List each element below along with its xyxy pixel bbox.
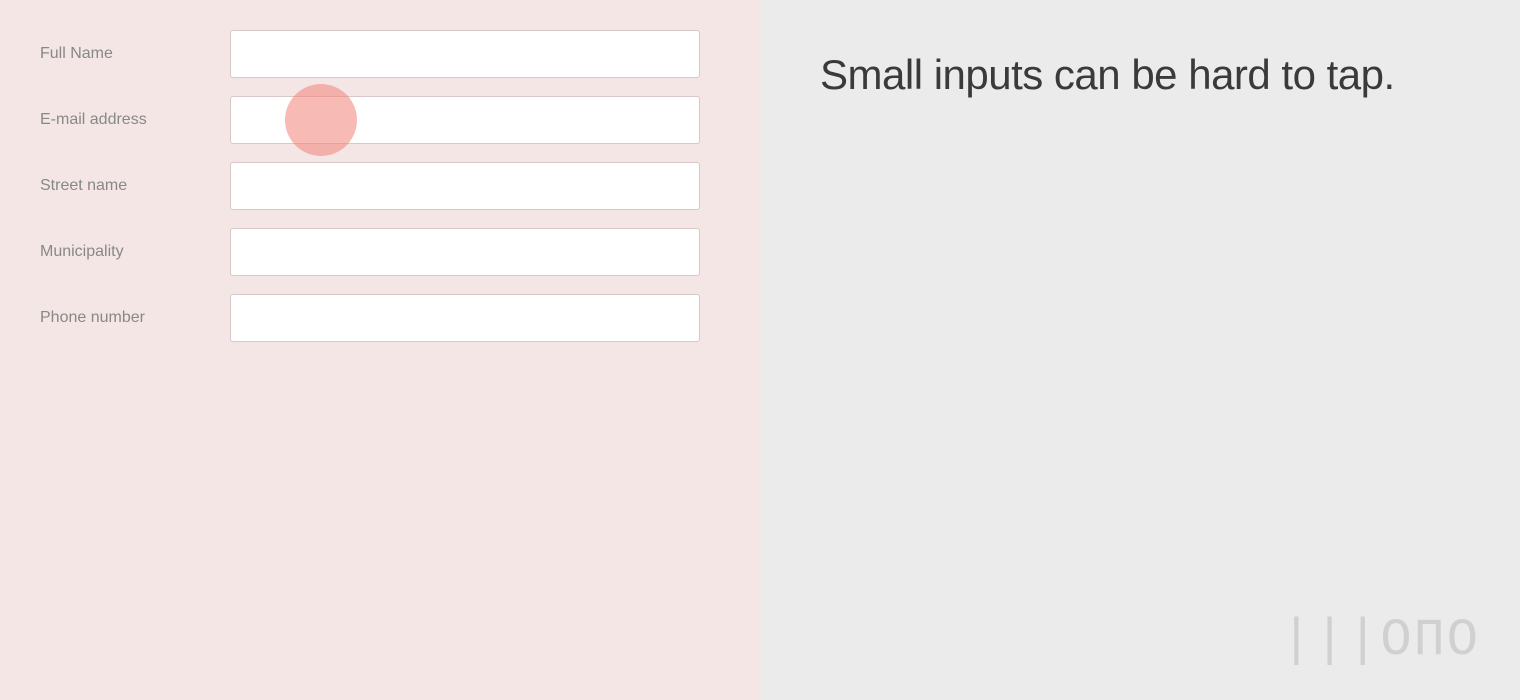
right-panel: Small inputs can be hard to tap. |||ОПО xyxy=(760,0,1520,700)
email-input[interactable] xyxy=(230,96,700,144)
street-name-label: Street name xyxy=(40,177,230,195)
email-label: E-mail address xyxy=(40,111,230,129)
full-name-label: Full Name xyxy=(40,45,230,63)
phone-number-label: Phone number xyxy=(40,309,230,327)
logo-text: |||ОПО xyxy=(1281,611,1480,670)
municipality-row: Municipality xyxy=(40,228,720,276)
form-container: Full Name E-mail address Street name Mun… xyxy=(0,30,760,360)
tagline-text: Small inputs can be hard to tap. xyxy=(820,50,1395,100)
street-name-input[interactable] xyxy=(230,162,700,210)
street-name-row: Street name xyxy=(40,162,720,210)
email-row: E-mail address xyxy=(40,96,720,144)
full-name-row: Full Name xyxy=(40,30,720,78)
full-name-input[interactable] xyxy=(230,30,700,78)
municipality-label: Municipality xyxy=(40,243,230,261)
municipality-input[interactable] xyxy=(230,228,700,276)
logo-container: |||ОПО xyxy=(1281,611,1480,670)
phone-number-row: Phone number xyxy=(40,294,720,342)
phone-number-input[interactable] xyxy=(230,294,700,342)
left-panel: Full Name E-mail address Street name Mun… xyxy=(0,0,760,700)
